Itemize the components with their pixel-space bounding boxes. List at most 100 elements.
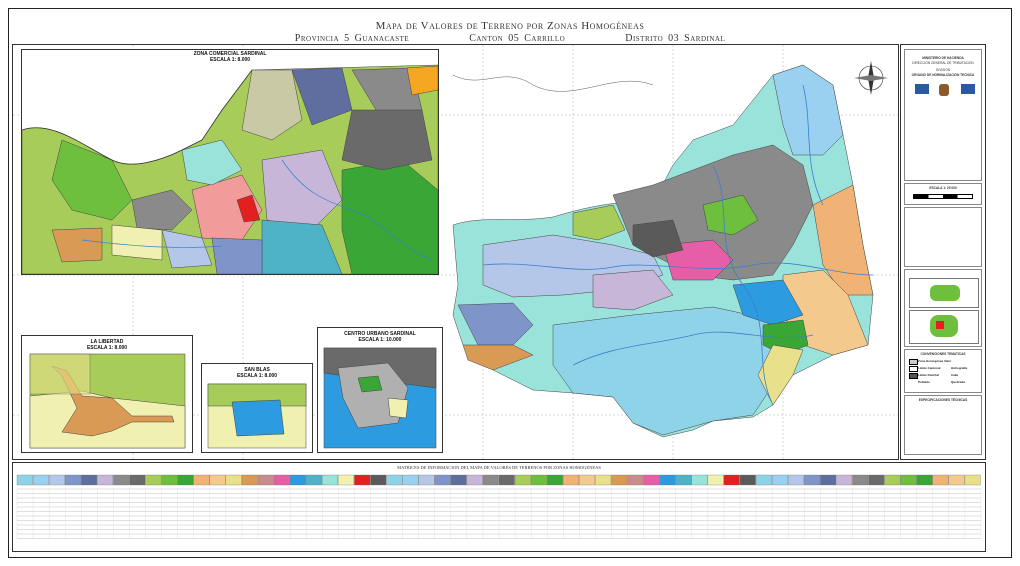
- inset-la-libertad-scale: ESCALA 1: 8.000: [86, 345, 128, 351]
- scale-bar: [913, 194, 973, 199]
- matrix-zone-swatch: [723, 474, 740, 486]
- matrix-zone-swatch: [450, 474, 467, 486]
- matrix-zone-swatch: [16, 474, 33, 486]
- location-block: [904, 269, 982, 347]
- matrix-zone-swatch: [482, 474, 499, 486]
- matrix-zone-swatch: [611, 474, 628, 486]
- conventions-block: CONVENCIONES TEMATICAS Zona Homogénea Va…: [904, 349, 982, 393]
- matrix-zone-swatch: [370, 474, 387, 486]
- coat-of-arms-icon: [939, 84, 949, 96]
- matrix-zone-swatch: [81, 474, 97, 486]
- matrix-zone-swatch: [643, 474, 660, 486]
- inset-la-libertad[interactable]: LA LIBERTAD ESCALA 1: 8.000: [21, 335, 193, 453]
- matrix-zone-swatch: [755, 474, 772, 486]
- matrix-zone-swatch: [241, 474, 258, 486]
- locator-map-2: [909, 310, 979, 344]
- matrix-zone-swatch: [820, 474, 837, 486]
- matrix-zone-swatch: [932, 474, 949, 486]
- matrix-zone-swatch: [418, 474, 435, 486]
- matrix-zone-swatch: [804, 474, 820, 486]
- matrix-zone-swatch: [65, 474, 81, 486]
- matrix-zone-swatch: [771, 474, 788, 486]
- matrix-zone-swatch: [563, 474, 579, 486]
- conventions-title: CONVENCIONES TEMATICAS: [920, 352, 966, 356]
- conv-item-5: Poblado: [918, 380, 930, 384]
- direction-label: DIRECCION GENERAL DE TRIBUTACION: [912, 61, 974, 65]
- matrix-zone-swatch: [884, 474, 901, 486]
- matrix-zone-swatch: [530, 474, 547, 486]
- matrix-zone-swatch: [193, 474, 210, 486]
- scale-block: ESCALA 1: 25 000: [904, 183, 982, 205]
- legend-header-block: MINISTERIO DE HACIENDA DIRECCION GENERAL…: [904, 49, 982, 181]
- matrix-zone-swatch: [322, 474, 338, 486]
- matrix-zone-swatch: [707, 474, 724, 486]
- matrix-zone-swatch: [402, 474, 419, 486]
- matrix-zone-swatch: [739, 474, 756, 486]
- conv-item-6: Quebrada: [951, 380, 966, 384]
- conv-item-3: Límite Distrital: [918, 373, 939, 377]
- matrix-zone-swatch: [900, 474, 917, 486]
- specs-title: ESPECIFICACIONES TÉCNICAS: [918, 398, 968, 402]
- matrix-zone-swatch: [868, 474, 885, 486]
- matrix-zone-swatch: [852, 474, 869, 486]
- inset-san-blas[interactable]: SAN BLAS ESCALA 1: 8.000: [201, 363, 313, 453]
- matrix-zone-swatch: [338, 474, 355, 486]
- inset-zona-comercial-map: [22, 64, 438, 274]
- matrix-zone-swatch: [964, 474, 981, 486]
- matrix-zone-swatch: [547, 474, 563, 486]
- matrix-zone-swatch: [579, 474, 596, 486]
- matrix-zone-swatch: [209, 474, 226, 486]
- matrix-zone-swatch: [32, 474, 49, 486]
- main-map[interactable]: ZONA COMERCIAL SARDINAL ESCALA 1: 8.000: [12, 44, 899, 460]
- matrix-zone-swatch: [354, 474, 371, 486]
- matrix-zone-swatch: [434, 474, 451, 486]
- scale-label: ESCALA 1: 25 000: [929, 186, 957, 190]
- matrix-zone-swatch: [145, 474, 162, 486]
- specs-block: ESPECIFICACIONES TÉCNICAS: [904, 395, 982, 455]
- inset-centro-urbano-map: [323, 347, 437, 449]
- matrix-zone-swatch: [161, 474, 178, 486]
- matrix-zone-swatch: [916, 474, 933, 486]
- matrix-zone-swatch: [948, 474, 965, 486]
- matrix-zone-swatch: [691, 474, 708, 486]
- locator-map-1: [909, 278, 979, 308]
- matrix-zone-swatch: [466, 474, 483, 486]
- matrix-zone-swatch: [225, 474, 242, 486]
- matrix-zone-swatch: [113, 474, 130, 486]
- inset-la-libertad-map: [29, 353, 186, 449]
- matrix-zone-swatch: [675, 474, 692, 486]
- conv-item-2: Hidrografía: [951, 366, 968, 370]
- matrix-zone-swatch: [514, 474, 531, 486]
- matrix-zone-swatch: [836, 474, 853, 486]
- inset-san-blas-scale: ESCALA 1: 8.000: [236, 373, 278, 379]
- matrix-table: [16, 474, 982, 539]
- matrix-zone-swatch: [289, 474, 306, 486]
- organ-label: ORGANO DE NORMALIZACION TECNICA: [911, 73, 975, 77]
- matrix-zone-swatch: [97, 474, 114, 486]
- legend-panel: MINISTERIO DE HACIENDA DIRECCION GENERAL…: [900, 44, 986, 460]
- matrix-zone-swatch: [129, 474, 146, 486]
- ministry-label: MINISTERIO DE HACIENDA: [922, 56, 964, 60]
- mh-logo-icon: [915, 84, 929, 94]
- inset-centro-urbano[interactable]: CENTRO URBANO SARDINAL ESCALA 1: 10.000: [317, 327, 443, 453]
- inset-centro-urbano-scale: ESCALA 1: 10.000: [358, 337, 402, 343]
- inset-zona-comercial[interactable]: ZONA COMERCIAL SARDINAL ESCALA 1: 8.000: [21, 49, 439, 275]
- matrix-zone-swatch: [257, 474, 274, 486]
- matrix-zone-swatch: [306, 474, 322, 486]
- division-label: DIVISION: [936, 68, 950, 72]
- matrix-zone-swatch: [177, 474, 194, 486]
- matrix-zone-swatch: [595, 474, 612, 486]
- matrix-zone-swatch: [273, 474, 290, 486]
- district-zones: [452, 64, 874, 438]
- matrix-zone-swatch: [386, 474, 403, 486]
- matrix-title: MATRICES DE INFORMACION DEL MAPA DE VALO…: [397, 465, 601, 470]
- notes-block: [904, 207, 982, 267]
- conv-item-4: Calle: [951, 373, 959, 377]
- value-matrix: MATRICES DE INFORMACION DEL MAPA DE VALO…: [12, 462, 986, 552]
- compass-rose-icon: [854, 61, 888, 95]
- dt-logo-icon: [961, 84, 975, 94]
- matrix-zone-swatch: [788, 474, 804, 486]
- matrix-zone-swatch: [48, 474, 65, 486]
- inset-zona-comercial-scale: ESCALA 1: 8.000: [209, 57, 251, 63]
- matrix-zone-swatch: [498, 474, 515, 486]
